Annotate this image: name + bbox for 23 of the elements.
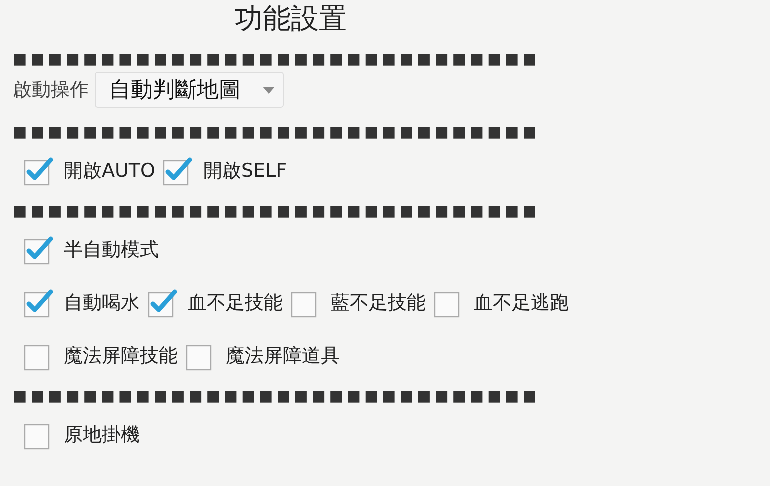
checked-checkbox[interactable]: [24, 235, 54, 265]
caret-icon: [263, 86, 275, 94]
separator-line: ■■■■■■■■■■■■■■■■■■■■■■■■■■■■■■: [13, 123, 540, 141]
separator-line: ■■■■■■■■■■■■■■■■■■■■■■■■■■■■■■: [13, 202, 540, 220]
page-title: 功能設置: [235, 3, 347, 35]
checked-checkbox[interactable]: [148, 288, 178, 318]
checkbox-option[interactable]: 原地掛機: [24, 420, 140, 450]
mode-dropdown[interactable]: 自動判斷地圖: [95, 72, 284, 108]
checked-checkbox[interactable]: [163, 156, 194, 186]
checkbox-option[interactable]: 開啟AUTO: [24, 156, 156, 186]
separator-line: ■■■■■■■■■■■■■■■■■■■■■■■■■■■■■■: [13, 50, 540, 68]
checkbox-option[interactable]: 自動喝水: [24, 288, 140, 318]
checkbox-option[interactable]: 開啟SELF: [163, 156, 288, 186]
checkbox-option[interactable]: 魔法屏障技能: [24, 341, 178, 371]
checkbox-option[interactable]: 半自動模式: [24, 235, 159, 265]
checkbox-option[interactable]: 血不足逃跑: [434, 288, 569, 318]
checked-checkbox[interactable]: [24, 156, 54, 186]
dropdown-label: 啟動操作: [13, 78, 89, 103]
checkbox-option[interactable]: 血不足技能: [148, 288, 283, 318]
checkbox-option[interactable]: 魔法屏障道具: [186, 341, 340, 371]
checkbox-option[interactable]: 藍不足技能: [291, 288, 426, 318]
separator-line: ■■■■■■■■■■■■■■■■■■■■■■■■■■■■■■: [13, 387, 540, 405]
checked-checkbox[interactable]: [24, 288, 54, 318]
